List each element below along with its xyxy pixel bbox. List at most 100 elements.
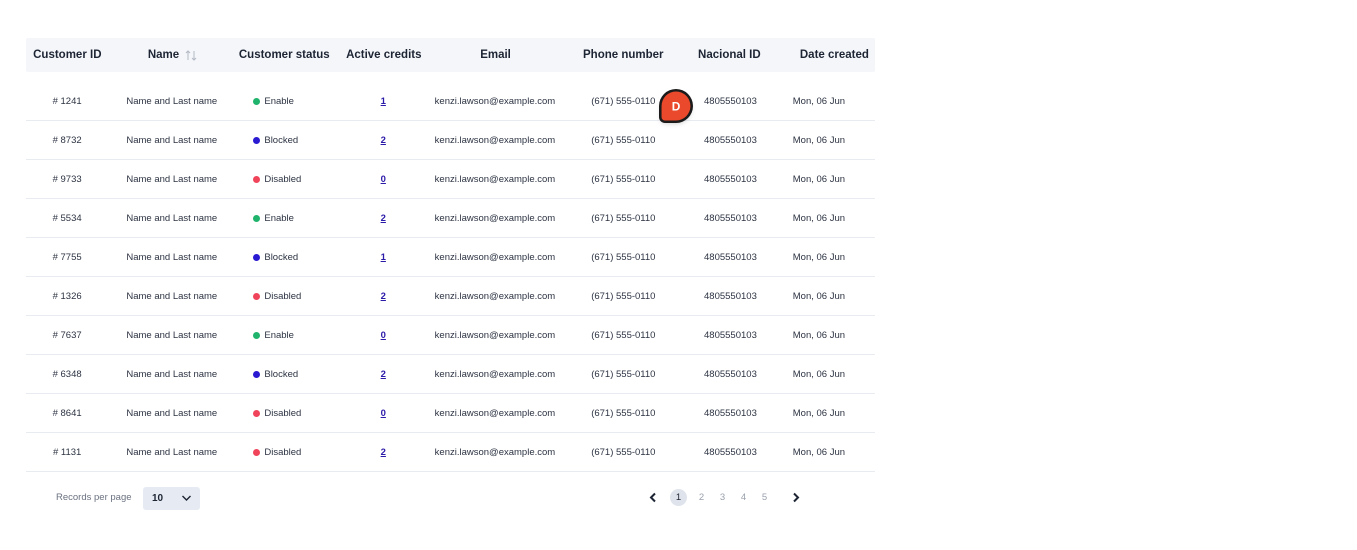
status-text: Enable xyxy=(264,212,294,224)
date-text: Mon, 06 Jun xyxy=(792,134,846,146)
active-credits-link[interactable]: 2 xyxy=(381,213,386,224)
header-email[interactable]: Email xyxy=(435,49,555,61)
cell-email: kenzi.lawson@example.com xyxy=(435,330,556,341)
customer-name-text: Name and Last name xyxy=(126,446,218,458)
table-row[interactable]: # 9733 Name and Last name Disabled 0 ken… xyxy=(26,160,875,199)
date-text: Mon, 06 Jun xyxy=(792,407,846,419)
status-text: Disabled xyxy=(264,290,302,302)
active-credits-link[interactable]: 2 xyxy=(381,447,386,458)
cell-nacional-id: 4805550103 xyxy=(692,291,769,302)
email-text: kenzi.lawson@example.com xyxy=(434,329,556,341)
status-dot-icon xyxy=(253,292,261,300)
cell-active-credits: 2 xyxy=(332,447,435,458)
phone-text: (671) 555-0110 xyxy=(591,446,656,458)
cell-customer-id: # 9733 xyxy=(26,174,108,185)
page-1-button[interactable]: 1 xyxy=(670,488,687,506)
status-dot-icon xyxy=(253,253,261,261)
cell-date-created: Mon, 06 Jun xyxy=(769,291,875,302)
phone-text: (671) 555-0110 xyxy=(591,212,656,224)
table-header: Customer ID Name Customer status Active … xyxy=(26,38,875,72)
cell-name: Name and Last name xyxy=(108,252,235,263)
date-text: Mon, 06 Jun xyxy=(792,368,846,380)
status-dot-icon xyxy=(253,409,261,417)
cell-name: Name and Last name xyxy=(108,369,235,380)
header-label: Nacional ID xyxy=(698,49,761,61)
date-text: Mon, 06 Jun xyxy=(792,173,846,185)
status-dot-icon xyxy=(253,175,261,183)
header-active-credits[interactable]: Active credits xyxy=(332,49,435,61)
customer-id-text: # 7755 xyxy=(52,251,82,263)
cell-customer-id: # 1131 xyxy=(26,447,108,458)
customer-name-text: Name and Last name xyxy=(126,407,218,419)
page-3-button[interactable]: 3 xyxy=(712,492,733,503)
cell-active-credits: 1 xyxy=(332,252,435,263)
active-credits-link[interactable]: 1 xyxy=(381,96,386,107)
active-credits-link[interactable]: 2 xyxy=(381,135,386,146)
table-footer: Records per page 10 12345 xyxy=(26,486,875,512)
cell-status: Disabled xyxy=(235,174,332,185)
chevron-left-icon[interactable] xyxy=(646,490,660,504)
table-row[interactable]: # 8641 Name and Last name Disabled 0 ken… xyxy=(26,394,875,433)
status-dot-icon xyxy=(253,331,261,339)
chevron-down-icon xyxy=(181,494,192,505)
cell-status: Blocked xyxy=(235,135,332,146)
table-row[interactable]: # 6348 Name and Last name Blocked 2 kenz… xyxy=(26,355,875,394)
chevron-right-icon[interactable] xyxy=(789,490,803,504)
active-credits-link[interactable]: 2 xyxy=(381,291,386,302)
status-text: Enable xyxy=(264,329,294,341)
header-label: Date created xyxy=(799,49,869,61)
cell-nacional-id: 4805550103 xyxy=(692,135,769,146)
date-text: Mon, 06 Jun xyxy=(792,290,846,302)
cell-nacional-id: 4805550103 xyxy=(692,96,769,107)
table-row[interactable]: # 1241 Name and Last name Enable 1 kenzi… xyxy=(26,82,875,121)
cell-customer-id: # 8641 xyxy=(26,408,108,419)
cell-date-created: Mon, 06 Jun xyxy=(769,408,875,419)
nacional-id-text: 4805550103 xyxy=(704,251,757,263)
cell-nacional-id: 4805550103 xyxy=(692,447,769,458)
active-credits-link[interactable]: 2 xyxy=(381,369,386,380)
table-row[interactable]: # 1326 Name and Last name Disabled 2 ken… xyxy=(26,277,875,316)
cell-phone: (671) 555-0110 xyxy=(555,447,692,458)
header-nacional-id[interactable]: Nacional ID xyxy=(691,49,768,61)
page-5-button[interactable]: 5 xyxy=(754,492,775,503)
table-row[interactable]: # 7637 Name and Last name Enable 0 kenzi… xyxy=(26,316,875,355)
phone-text: (671) 555-0110 xyxy=(591,407,656,419)
status-dot-icon xyxy=(253,370,261,378)
cell-status: Disabled xyxy=(235,408,332,419)
cell-email: kenzi.lawson@example.com xyxy=(435,369,556,380)
header-customer-status[interactable]: Customer status xyxy=(236,49,332,61)
table-row[interactable]: # 5534 Name and Last name Enable 2 kenzi… xyxy=(26,199,875,238)
cell-customer-id: # 5534 xyxy=(26,213,108,224)
active-credits-link[interactable]: 0 xyxy=(381,408,386,419)
table-body: # 1241 Name and Last name Enable 1 kenzi… xyxy=(26,82,875,472)
page-2-button[interactable]: 2 xyxy=(691,492,712,503)
header-customer-id[interactable]: Customer ID xyxy=(26,49,109,61)
page-4-button[interactable]: 4 xyxy=(733,492,754,503)
records-per-page-select[interactable]: 10 xyxy=(143,487,200,510)
email-text: kenzi.lawson@example.com xyxy=(434,95,556,107)
email-text: kenzi.lawson@example.com xyxy=(434,368,556,380)
header-name[interactable]: Name xyxy=(109,49,237,61)
customer-name-text: Name and Last name xyxy=(126,329,218,341)
cell-customer-id: # 1326 xyxy=(26,291,108,302)
cell-date-created: Mon, 06 Jun xyxy=(769,369,875,380)
sort-arrows-icon[interactable] xyxy=(185,49,197,61)
header-date-created[interactable]: Date created xyxy=(768,49,875,61)
table-row[interactable]: # 1131 Name and Last name Disabled 2 ken… xyxy=(26,433,875,472)
header-phone-number[interactable]: Phone number xyxy=(556,49,691,61)
table-row[interactable]: # 8732 Name and Last name Blocked 2 kenz… xyxy=(26,121,875,160)
table-row[interactable]: # 7755 Name and Last name Blocked 1 kenz… xyxy=(26,238,875,277)
cell-status: Blocked xyxy=(235,252,332,263)
customers-table: Customer ID Name Customer status Active … xyxy=(26,38,875,472)
cell-phone: (671) 555-0110 xyxy=(555,135,692,146)
active-credits-link[interactable]: 0 xyxy=(381,174,386,185)
date-text: Mon, 06 Jun xyxy=(792,212,846,224)
cell-customer-id: # 6348 xyxy=(26,369,108,380)
customer-name-text: Name and Last name xyxy=(126,173,218,185)
cell-phone: (671) 555-0110 xyxy=(555,291,692,302)
customer-id-text: # 7637 xyxy=(52,329,82,341)
cell-name: Name and Last name xyxy=(108,447,235,458)
active-credits-link[interactable]: 0 xyxy=(381,330,386,341)
active-credits-link[interactable]: 1 xyxy=(381,252,386,263)
email-text: kenzi.lawson@example.com xyxy=(434,212,556,224)
